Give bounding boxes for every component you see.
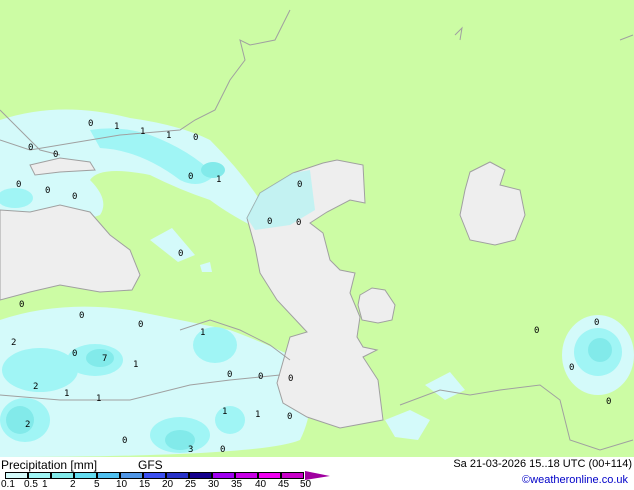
legend-tick: 35 [231, 479, 243, 490]
legend-swatch [212, 472, 235, 479]
map-value-label: 0 [45, 186, 50, 196]
legend-swatch [74, 472, 97, 479]
map-value-label: 2 [33, 382, 38, 392]
map-value-label: 0 [267, 217, 272, 227]
legend-footer: Precipitation [mm] GFS Sa 21-03-2026 15.… [0, 457, 634, 490]
map-value-label: 7 [102, 354, 107, 364]
map-value-label: 0 [122, 436, 127, 446]
precipitation-map: 0 1 1 1 0 0 0 0 1 0 0 0 0 0 0 0 0 0 0 2 1 7 1 0 2 1 1 0 0 0 1 1 0 3 0 0 0 0 0 0… [0, 0, 634, 457]
legend-tick: 40 [255, 479, 267, 490]
map-value-label: 0 [72, 349, 77, 359]
map-value-label: 0 [188, 172, 193, 182]
map-value-label: 1 [64, 389, 69, 399]
map-value-label: 0 [296, 218, 301, 228]
map-value-label: 2 [11, 338, 16, 348]
legend-swatch [143, 472, 166, 479]
map-value-label: 0 [19, 300, 24, 310]
legend-swatch [51, 472, 74, 479]
map-value-label: 0 [297, 180, 302, 190]
legend-tick: 2 [70, 479, 76, 490]
map-value-label: 0 [79, 311, 84, 321]
map-value-label: 1 [222, 407, 227, 417]
valid-datetime: Sa 21-03-2026 15..18 UTC (00+114) [453, 458, 632, 470]
legend-swatch [28, 472, 51, 479]
map-value-label: 0 [53, 150, 58, 160]
map-value-label: 0 [534, 326, 539, 336]
map-value-label: 3 [188, 445, 193, 455]
map-value-label: 0 [16, 180, 21, 190]
map-value-label: 1 [96, 394, 101, 404]
map-value-label: 1 [140, 127, 145, 137]
legend-tick: 1 [42, 479, 48, 490]
legend-swatch [120, 472, 143, 479]
map-value-label: 1 [200, 328, 205, 338]
legend-tick: 0.5 [24, 479, 38, 490]
legend-swatch [235, 472, 258, 479]
legend-tick: 10 [116, 479, 128, 490]
map-value-label: 0 [193, 133, 198, 143]
legend-tick: 15 [139, 479, 151, 490]
map-value-label: 0 [178, 249, 183, 259]
legend-swatch [258, 472, 281, 479]
legend-swatch [97, 472, 120, 479]
map-title: Precipitation [mm] [1, 458, 98, 472]
map-value-label: 0 [606, 397, 611, 407]
credit-link[interactable]: ©weatheronline.co.uk [522, 474, 628, 486]
map-value-label: 2 [25, 420, 30, 430]
legend-tick: 25 [185, 479, 197, 490]
map-value-label: 0 [220, 445, 225, 455]
map-value-label: 1 [216, 175, 221, 185]
legend-swatch [281, 472, 304, 479]
legend-swatch [189, 472, 212, 479]
map-value-label: 0 [72, 192, 77, 202]
map-value-label: 1 [166, 131, 171, 141]
scale-arrow-icon [305, 471, 330, 480]
legend-tick: 45 [278, 479, 290, 490]
map-value-label: 1 [133, 360, 138, 370]
map-value-label: 0 [287, 412, 292, 422]
legend-tick: 20 [162, 479, 174, 490]
legend-swatch [5, 472, 28, 479]
legend-tick: 30 [208, 479, 220, 490]
legend-tick: 0.1 [1, 479, 15, 490]
map-value-label: 0 [288, 374, 293, 384]
map-value-label: 0 [594, 318, 599, 328]
map-value-label: 1 [255, 410, 260, 420]
map-value-label: 0 [28, 143, 33, 153]
map-value-label: 0 [138, 320, 143, 330]
map-value-label: 0 [258, 372, 263, 382]
map-value-label: 1 [114, 122, 119, 132]
legend-tick: 5 [94, 479, 100, 490]
map-value-label: 0 [88, 119, 93, 129]
model-name: GFS [138, 458, 163, 472]
map-value-label: 0 [569, 363, 574, 373]
legend-swatch [166, 472, 189, 479]
map-value-label: 0 [227, 370, 232, 380]
